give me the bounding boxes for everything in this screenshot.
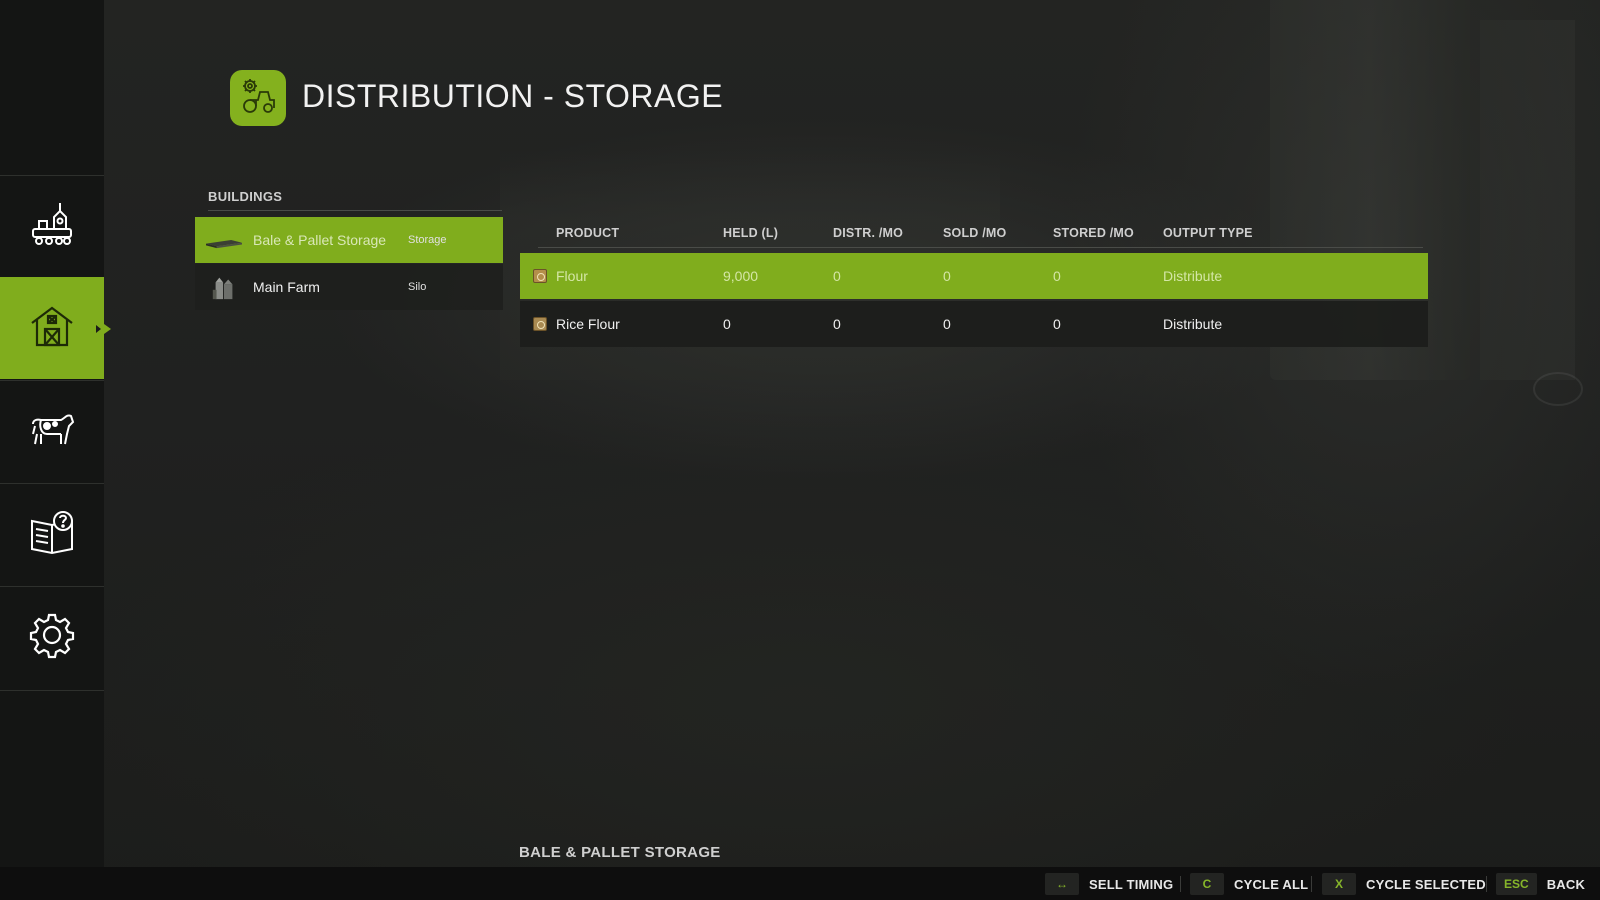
hint-label: CYCLE ALL: [1234, 876, 1309, 892]
buildings-section-label: BUILDINGS: [208, 189, 283, 204]
building-name: Main Farm: [253, 279, 320, 295]
cell-stored: 0: [1053, 316, 1061, 332]
cell-distr: 0: [833, 268, 841, 284]
cell-product: Rice Flour: [556, 316, 620, 332]
sidebar: [0, 0, 111, 867]
hint-divider: [1180, 876, 1181, 892]
sidebar-item-production[interactable]: [0, 175, 104, 277]
flour-sack-icon: [533, 269, 547, 283]
active-indicator: [96, 325, 101, 333]
footer-hint-bar: ↔ SELL TIMING C CYCLE ALL X CYCLE SELECT…: [0, 867, 1600, 900]
sidebar-item-help[interactable]: [0, 483, 104, 585]
building-type: Storage: [408, 234, 447, 246]
rice-flour-sack-icon: [533, 317, 547, 331]
sidebar-item-settings[interactable]: [0, 586, 104, 688]
silo-icon: [195, 264, 253, 310]
cell-product: Flour: [556, 268, 588, 284]
pallet-storage-icon: [195, 217, 253, 263]
hint-label: BACK: [1546, 876, 1586, 892]
column-header-sold: SOLD /MO: [943, 226, 1007, 240]
sidebar-divider: [0, 690, 104, 691]
tractor-gear-icon: [236, 74, 280, 123]
help-book-icon: [27, 507, 77, 562]
gear-icon: [27, 610, 77, 665]
buildings-divider: [208, 210, 502, 211]
cell-held: 0: [723, 316, 731, 332]
column-header-output-type: OUTPUT TYPE: [1163, 226, 1253, 240]
page-title: DISTRIBUTION - STORAGE: [302, 78, 724, 114]
table-row-flour[interactable]: Flour 9,000 0 0 0 Distribute: [520, 253, 1428, 299]
cell-sold: 0: [943, 316, 951, 332]
production-chains-icon: [27, 199, 77, 254]
hint-sell-timing[interactable]: ↔ SELL TIMING: [1045, 873, 1173, 895]
background-logo: [1533, 372, 1583, 406]
hint-label: SELL TIMING: [1089, 876, 1174, 892]
column-header-distr: DISTR. /MO: [833, 226, 904, 240]
key-badge: ESC: [1496, 873, 1537, 895]
table-row-rice-flour[interactable]: Rice Flour 0 0 0 0 Distribute: [520, 301, 1428, 347]
building-name: Bale & Pallet Storage: [253, 232, 387, 248]
cell-stored: 0: [1053, 268, 1061, 284]
column-header-product: PRODUCT: [556, 226, 620, 240]
hint-back[interactable]: ESC BACK: [1496, 873, 1585, 895]
building-row-main-farm[interactable]: Main Farm Silo: [195, 264, 503, 310]
key-badge: ↔: [1045, 873, 1079, 895]
hint-cycle-selected[interactable]: X CYCLE SELECTED: [1322, 873, 1486, 895]
key-badge: X: [1322, 873, 1356, 895]
cell-output-type[interactable]: Distribute: [1163, 268, 1222, 284]
hint-cycle-all[interactable]: C CYCLE ALL: [1190, 873, 1308, 895]
hint-divider: [1486, 876, 1487, 892]
hint-divider: [1311, 876, 1312, 892]
barn-icon: [27, 301, 77, 356]
key-badge: C: [1190, 873, 1224, 895]
page-icon: [230, 70, 286, 126]
cell-held: 9,000: [723, 268, 759, 284]
building-type: Silo: [408, 281, 427, 293]
cow-icon: [27, 404, 77, 459]
cell-output-type[interactable]: Distribute: [1163, 316, 1222, 332]
cell-sold: 0: [943, 268, 951, 284]
building-row-bale-pallet-storage[interactable]: Bale & Pallet Storage Storage: [195, 217, 503, 263]
selected-building-caption: BALE & PALLET STORAGE: [519, 844, 721, 861]
column-header-stored: STORED /MO: [1053, 226, 1134, 240]
table-header-divider: [538, 247, 1423, 248]
sidebar-item-buildings[interactable]: [0, 277, 111, 379]
sidebar-item-animals[interactable]: [0, 380, 104, 482]
hint-label: CYCLE SELECTED: [1366, 876, 1486, 892]
background-silo: [1480, 20, 1575, 380]
column-header-held: HELD (L): [723, 226, 779, 240]
cell-distr: 0: [833, 316, 841, 332]
